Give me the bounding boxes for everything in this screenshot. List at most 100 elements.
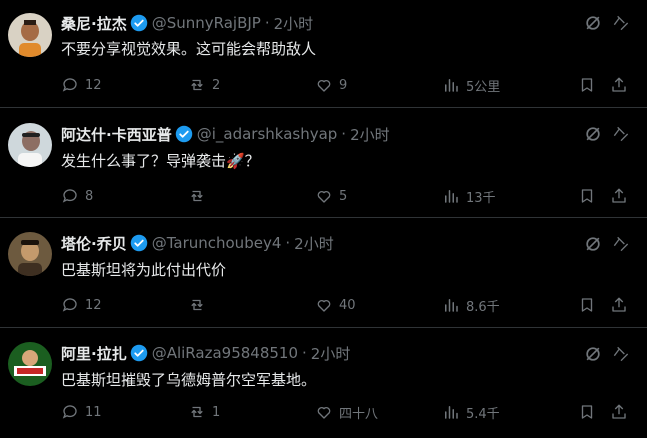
bookmark-icon <box>581 78 593 92</box>
tweet-text: 巴基斯坦将为此付出代价 <box>61 261 227 279</box>
separator-dot: · <box>341 125 347 143</box>
like-button[interactable]: 5 <box>315 186 347 206</box>
avatar[interactable] <box>8 123 52 167</box>
author-handle[interactable]: @Tarunchoubey4 <box>152 234 282 252</box>
tweet[interactable]: 阿里·拉扎 @AliRaza95848510 · 2小时 巴基斯坦摧毁了乌德姆普… <box>0 328 647 438</box>
views-button[interactable]: 13千 <box>442 186 496 206</box>
bookmark-button[interactable] <box>578 186 596 206</box>
like-count: 四十八 <box>339 406 379 422</box>
grok-icon[interactable] <box>583 13 603 33</box>
author-name[interactable]: 塔伦·乔贝 <box>61 233 127 254</box>
avatar[interactable] <box>8 342 52 386</box>
separator-dot: · <box>302 344 307 362</box>
reply-count: 12 <box>85 77 102 93</box>
separator-dot: · <box>264 14 270 32</box>
bookmark-button[interactable] <box>578 75 596 95</box>
view-count: 13千 <box>466 190 496 206</box>
tweet-header: 桑尼·拉杰 @SunnyRajBJP · 2小时 <box>61 12 313 34</box>
reply-button[interactable]: 12 <box>61 295 102 315</box>
tweet-text: 巴基斯坦摧毁了乌德姆普尔空军基地。 <box>61 371 317 389</box>
views-icon <box>445 406 458 419</box>
like-icon <box>317 300 331 312</box>
reply-icon <box>62 405 77 419</box>
like-count: 40 <box>339 297 356 313</box>
like-icon <box>317 191 331 203</box>
retweet-icon <box>191 299 203 311</box>
tweet-text: 发生什么事了？导弹袭击🚀？ <box>61 152 260 170</box>
bookmark-button[interactable] <box>578 295 596 315</box>
reply-button[interactable]: 8 <box>61 186 93 206</box>
tweet-header: 阿里·拉扎 @AliRaza95848510 · 2小时 <box>61 342 350 364</box>
like-count: 5 <box>339 188 348 204</box>
bookmark-button[interactable] <box>578 402 596 422</box>
tweet[interactable]: 塔伦·乔贝 @Tarunchoubey4 · 2小时 巴基斯坦将为此付出代价 1… <box>0 218 647 328</box>
like-count: 9 <box>339 77 348 93</box>
share-icon <box>612 404 626 419</box>
like-icon <box>317 80 331 92</box>
more-icon[interactable] <box>611 124 631 144</box>
separator-dot: · <box>285 234 291 252</box>
retweet-button[interactable] <box>188 186 212 206</box>
reply-count: 12 <box>85 297 102 313</box>
bookmark-icon <box>581 189 593 203</box>
views-icon <box>445 190 458 203</box>
author-name[interactable]: 阿里·拉扎 <box>61 343 127 364</box>
views-button[interactable]: 5公里 <box>442 75 500 95</box>
retweet-icon <box>191 190 203 202</box>
more-icon[interactable] <box>611 234 631 254</box>
share-icon <box>612 297 626 312</box>
views-button[interactable]: 8.6千 <box>442 295 500 315</box>
bookmark-icon <box>581 405 593 419</box>
more-icon[interactable] <box>611 344 631 364</box>
tweet-text: 不要分享视觉效果。这可能会帮助敌人 <box>61 40 317 58</box>
timeline-feed: 桑尼·拉杰 @SunnyRajBJP · 2小时 不要分享视觉效果。这可能会帮助… <box>0 0 647 438</box>
tweet-actions: 12 2 9 5公里 <box>61 75 631 95</box>
grok-icon[interactable] <box>583 234 603 254</box>
timestamp[interactable]: 2小时 <box>350 124 390 145</box>
reply-icon <box>62 189 77 203</box>
timestamp[interactable]: 2小时 <box>274 13 314 34</box>
share-button[interactable] <box>610 402 628 422</box>
views-button[interactable]: 5.4千 <box>442 402 500 422</box>
share-button[interactable] <box>610 75 628 95</box>
more-icon[interactable] <box>611 13 631 33</box>
reply-icon <box>62 78 77 92</box>
grok-icon[interactable] <box>583 344 603 364</box>
view-count: 5公里 <box>466 79 501 95</box>
view-count: 5.4千 <box>466 406 500 422</box>
like-button[interactable]: 9 <box>315 75 347 95</box>
timestamp[interactable]: 2小时 <box>311 343 351 364</box>
author-name[interactable]: 阿达什·卡西亚普 <box>61 124 172 145</box>
like-button[interactable]: 40 <box>315 295 356 315</box>
retweet-icon <box>191 79 203 91</box>
share-button[interactable] <box>610 295 628 315</box>
author-handle[interactable]: @AliRaza95848510 <box>152 344 298 362</box>
reply-button[interactable]: 12 <box>61 75 102 95</box>
views-icon <box>445 79 458 92</box>
avatar[interactable] <box>8 13 52 57</box>
grok-icon[interactable] <box>583 124 603 144</box>
avatar[interactable] <box>8 232 52 276</box>
timestamp[interactable]: 2小时 <box>294 233 334 254</box>
verified-icon <box>130 234 148 252</box>
share-icon <box>612 77 626 92</box>
like-button[interactable]: 四十八 <box>315 402 378 422</box>
tweet[interactable]: 桑尼·拉杰 @SunnyRajBJP · 2小时 不要分享视觉效果。这可能会帮助… <box>0 0 647 108</box>
views-icon <box>445 299 458 312</box>
tweet-actions: 8 5 13千 <box>61 186 631 206</box>
reply-button[interactable]: 11 <box>61 402 102 422</box>
reply-icon <box>62 298 77 312</box>
tweet[interactable]: 阿达什·卡西亚普 @i_adarshkashyap · 2小时 发生什么事了？导… <box>0 108 647 218</box>
tweet-actions: 11 1 四十八 5.4千 <box>61 402 631 422</box>
author-handle[interactable]: @i_adarshkashyap <box>197 125 338 143</box>
retweet-button[interactable] <box>188 295 212 315</box>
bookmark-icon <box>581 298 593 312</box>
retweet-count: 2 <box>212 77 221 93</box>
share-button[interactable] <box>610 186 628 206</box>
author-name[interactable]: 桑尼·拉杰 <box>61 13 127 34</box>
retweet-button[interactable]: 2 <box>188 75 220 95</box>
author-handle[interactable]: @SunnyRajBJP <box>152 14 261 32</box>
verified-icon <box>130 14 148 32</box>
retweet-button[interactable]: 1 <box>188 402 220 422</box>
reply-count: 11 <box>85 404 102 420</box>
